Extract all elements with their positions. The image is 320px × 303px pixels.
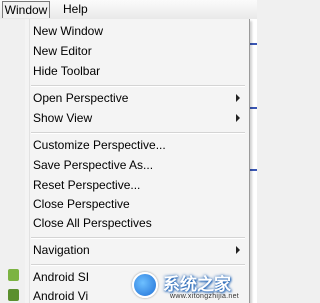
menu-item-label: Open Perspective — [33, 91, 129, 105]
menu-item-hide-toolbar[interactable]: Hide Toolbar — [25, 61, 249, 81]
background-fragment — [250, 43, 257, 45]
menu-item-reset-perspective[interactable]: Reset Perspective... — [25, 175, 249, 195]
menu-item-show-view[interactable]: Show View — [25, 108, 249, 128]
watermark: 系统之家 www.xitongzhijia.net — [128, 267, 257, 303]
window-menu[interactable]: Window — [2, 1, 50, 18]
menu-item-close-all-perspectives[interactable]: Close All Perspectives — [25, 213, 249, 233]
watermark-title: 系统之家 — [163, 275, 231, 295]
submenu-arrow-icon — [236, 246, 240, 254]
submenu-arrow-icon — [236, 94, 240, 102]
menu-item-customize-perspective[interactable]: Customize Perspective... — [25, 135, 249, 155]
menu-bar: Window Help — [0, 0, 257, 20]
menu-item-label: Navigation — [33, 243, 90, 257]
menu-separator — [31, 85, 245, 87]
watermark-url: www.xitongzhijia.net — [170, 293, 240, 300]
submenu-arrow-icon — [236, 114, 240, 122]
menu-item-open-perspective[interactable]: Open Perspective — [25, 88, 249, 108]
background-window-right — [250, 19, 257, 303]
background-fragment — [250, 169, 257, 171]
menu-separator — [31, 237, 245, 239]
menu-separator — [31, 264, 245, 266]
background-fragment — [250, 107, 257, 109]
menu-item-new-editor[interactable]: New Editor — [25, 41, 249, 61]
watermark-logo-icon — [132, 272, 158, 298]
background-window-left — [0, 19, 25, 303]
menu-item-new-window[interactable]: New Window — [25, 21, 249, 41]
menu-item-label: Show View — [33, 111, 93, 125]
menu-item-save-perspective-as[interactable]: Save Perspective As... — [25, 155, 249, 175]
android-avd-icon — [8, 289, 19, 301]
help-menu[interactable]: Help — [60, 1, 91, 17]
android-sdk-icon — [8, 269, 19, 281]
menu-item-close-perspective[interactable]: Close Perspective — [25, 194, 249, 214]
menu-separator — [31, 132, 245, 134]
menu-item-navigation[interactable]: Navigation — [25, 240, 249, 260]
window-menu-dropdown: New Window New Editor Hide Toolbar Open … — [25, 19, 250, 303]
